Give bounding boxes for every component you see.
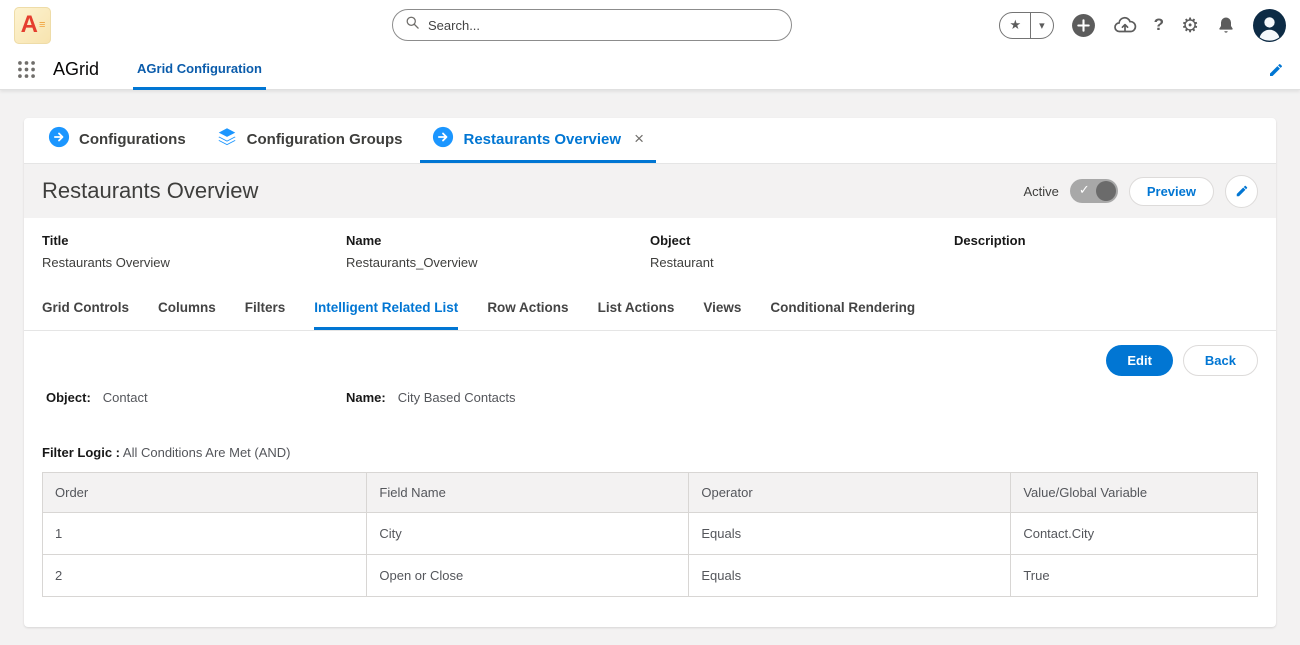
- cell-field-name: Open or Close: [367, 555, 689, 597]
- name-value: City Based Contacts: [398, 390, 516, 405]
- tab-label: Restaurants Overview: [463, 131, 621, 148]
- field-value: Restaurant: [650, 255, 954, 270]
- nav-tab-agrid-configuration[interactable]: AGrid Configuration: [133, 50, 266, 90]
- detail-field-object: Object Restaurant: [650, 233, 954, 270]
- field-label: Title: [42, 233, 346, 248]
- column-header-field-name: Field Name: [367, 473, 689, 513]
- setup-gear-icon[interactable]: ⚙: [1181, 13, 1199, 38]
- close-tab-icon[interactable]: ×: [634, 129, 644, 149]
- page-body: Configurations Configuration Groups Rest…: [0, 90, 1300, 627]
- field-value: Restaurants Overview: [42, 255, 346, 270]
- tab-intelligent-related-list[interactable]: Intelligent Related List: [314, 288, 458, 330]
- detail-field-name: Name Restaurants_Overview: [346, 233, 650, 270]
- column-header-operator: Operator: [689, 473, 1011, 513]
- cell-order: 2: [43, 555, 367, 597]
- active-label: Active: [1023, 184, 1058, 199]
- filter-logic: Filter Logic : All Conditions Are Met (A…: [42, 445, 1258, 460]
- tab-configuration-groups[interactable]: Configuration Groups: [204, 118, 415, 163]
- field-label: Name: [346, 233, 650, 248]
- toggle-knob: [1096, 181, 1116, 201]
- object-field: Object: Contact: [46, 390, 346, 405]
- tab-filters[interactable]: Filters: [245, 288, 286, 330]
- record-details: Title Restaurants Overview Name Restaura…: [24, 218, 1276, 288]
- app-logo[interactable]: A ≡: [14, 7, 51, 44]
- record-icon: [432, 126, 454, 152]
- tab-restaurants-overview[interactable]: Restaurants Overview ×: [420, 118, 656, 163]
- favorites-dropdown-icon[interactable]: ▾: [1031, 13, 1053, 38]
- cell-value: True: [1011, 555, 1258, 597]
- table-row: 2 Open or Close Equals True: [43, 555, 1258, 597]
- app-name: AGrid: [53, 59, 99, 80]
- name-field: Name: City Based Contacts: [346, 390, 516, 405]
- field-value: [954, 255, 1258, 270]
- tab-conditional-rendering[interactable]: Conditional Rendering: [770, 288, 915, 330]
- global-search[interactable]: [392, 9, 792, 41]
- name-label: Name:: [346, 390, 386, 405]
- app-nav-bar: AGrid AGrid Configuration: [0, 50, 1300, 90]
- filter-logic-label: Filter Logic :: [42, 445, 120, 460]
- record-edit-pencil-button[interactable]: [1225, 175, 1258, 208]
- tab-grid-controls[interactable]: Grid Controls: [42, 288, 129, 330]
- field-label: Description: [954, 233, 1258, 248]
- field-label: Object: [650, 233, 954, 248]
- field-value: Restaurants_Overview: [346, 255, 650, 270]
- layers-icon: [216, 126, 238, 152]
- pencil-icon: [1235, 184, 1249, 198]
- cell-order: 1: [43, 513, 367, 555]
- active-toggle[interactable]: ✓: [1070, 179, 1118, 203]
- configuration-card: Configurations Configuration Groups Rest…: [24, 118, 1276, 627]
- tab-row-actions[interactable]: Row Actions: [487, 288, 568, 330]
- tab-configurations[interactable]: Configurations: [36, 118, 198, 163]
- search-input[interactable]: [428, 18, 779, 33]
- column-header-order: Order: [43, 473, 367, 513]
- back-button[interactable]: Back: [1183, 345, 1258, 376]
- filter-logic-value: All Conditions Are Met (AND): [123, 445, 291, 460]
- record-title: Restaurants Overview: [42, 178, 258, 204]
- app-logo-letter: A: [21, 13, 38, 37]
- preview-button[interactable]: Preview: [1129, 177, 1214, 206]
- related-list-content: Edit Back Object: Contact Name: City Bas…: [24, 331, 1276, 627]
- tab-label: Configurations: [79, 131, 186, 148]
- tab-label: Configuration Groups: [247, 131, 403, 148]
- nav-edit-pencil-icon[interactable]: [1268, 62, 1284, 78]
- cell-value: Contact.City: [1011, 513, 1258, 555]
- filter-conditions-table: Order Field Name Operator Value/Global V…: [42, 472, 1258, 597]
- global-header: A ≡ ★ ▾ ? ⚙: [0, 0, 1300, 50]
- global-actions-plus-icon[interactable]: [1071, 13, 1096, 38]
- tab-list-actions[interactable]: List Actions: [598, 288, 675, 330]
- cell-operator: Equals: [689, 555, 1011, 597]
- cloud-upload-icon[interactable]: [1113, 13, 1137, 37]
- app-launcher-waffle-icon[interactable]: [16, 59, 37, 80]
- notifications-bell-icon[interactable]: [1216, 15, 1236, 35]
- user-avatar[interactable]: [1253, 9, 1286, 42]
- column-header-value-global-variable: Value/Global Variable: [1011, 473, 1258, 513]
- favorite-star-icon[interactable]: ★: [1000, 13, 1031, 38]
- cell-operator: Equals: [689, 513, 1011, 555]
- config-tab-bar: Grid Controls Columns Filters Intelligen…: [24, 288, 1276, 331]
- detail-field-description: Description: [954, 233, 1258, 270]
- search-icon: [405, 15, 420, 35]
- tab-views[interactable]: Views: [703, 288, 741, 330]
- workspace-tabs: Configurations Configuration Groups Rest…: [24, 118, 1276, 164]
- table-header-row: Order Field Name Operator Value/Global V…: [43, 473, 1258, 513]
- tab-columns[interactable]: Columns: [158, 288, 216, 330]
- cell-field-name: City: [367, 513, 689, 555]
- app-logo-lines-icon: ≡: [39, 19, 44, 31]
- record-icon: [48, 126, 70, 152]
- object-value: Contact: [103, 390, 148, 405]
- toggle-check-icon: ✓: [1079, 183, 1090, 196]
- record-header: Restaurants Overview Active ✓ Preview: [24, 164, 1276, 218]
- help-icon[interactable]: ?: [1154, 15, 1164, 35]
- favorites-group: ★ ▾: [999, 12, 1053, 39]
- detail-field-title: Title Restaurants Overview: [42, 233, 346, 270]
- content-actions: Edit Back: [42, 345, 1258, 376]
- table-row: 1 City Equals Contact.City: [43, 513, 1258, 555]
- related-list-summary: Object: Contact Name: City Based Contact…: [42, 390, 1258, 405]
- object-label: Object:: [46, 390, 91, 405]
- edit-button[interactable]: Edit: [1106, 345, 1173, 376]
- record-header-actions: Active ✓ Preview: [1023, 175, 1258, 208]
- header-actions: ★ ▾ ? ⚙: [999, 9, 1286, 42]
